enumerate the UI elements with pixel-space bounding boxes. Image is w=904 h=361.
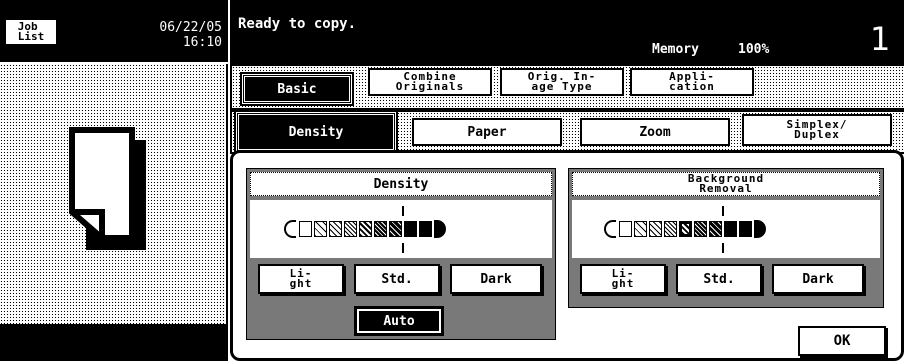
tab-combine-originals-label: Combine Originals (395, 70, 465, 93)
tab-density-label: Density (288, 124, 344, 140)
background-dark-label: Dark (802, 271, 834, 287)
tab-simplex-duplex-label: Simplex/ Duplex (786, 118, 848, 141)
density-dark-label: Dark (480, 271, 512, 287)
copies-count: 1 (870, 20, 891, 58)
tab-original-image-type[interactable]: Orig. In- age Type (500, 68, 624, 96)
tab-application[interactable]: Appli- cation (630, 68, 754, 96)
tab-density[interactable]: Density (234, 110, 398, 154)
background-scale (604, 219, 844, 239)
tab-original-image-type-label: Orig. In- age Type (527, 70, 597, 93)
background-indicator-bottom (722, 243, 724, 253)
density-light-label: Li- ght (289, 267, 313, 290)
density-title-bar: Density (250, 172, 552, 196)
density-std-label: Std. (381, 271, 413, 287)
status-message: Ready to copy. (238, 16, 357, 32)
document-preview-icon (69, 127, 146, 250)
tab-zoom[interactable]: Zoom (580, 118, 730, 146)
background-title-bar: Background Removal (572, 172, 880, 196)
tab-zoom-label: Zoom (639, 124, 671, 140)
time-text: 16:10 (182, 35, 222, 50)
ok-button[interactable]: OK (798, 326, 886, 356)
background-title: Background Removal (687, 172, 765, 195)
tab-combine-originals[interactable]: Combine Originals (368, 68, 492, 96)
memory-value: 100% (738, 42, 770, 57)
density-light-button[interactable]: Li- ght (258, 264, 344, 294)
background-light-label: Li- ght (611, 267, 635, 290)
job-list-button[interactable]: Job List (4, 18, 58, 46)
tab-basic[interactable]: Basic (240, 72, 354, 106)
job-list-label: Job List (17, 20, 45, 43)
memory-label: Memory (652, 42, 699, 57)
background-dark-button[interactable]: Dark (772, 264, 864, 294)
background-std-button[interactable]: Std. (676, 264, 762, 294)
background-light-button[interactable]: Li- ght (580, 264, 666, 294)
density-scale (284, 219, 524, 239)
clock: 06/22/05 16:10 (72, 20, 222, 52)
density-indicator-bottom (402, 243, 404, 253)
background-indicator-top (722, 206, 724, 216)
tab-paper[interactable]: Paper (412, 118, 562, 146)
density-title: Density (373, 176, 429, 192)
tab-simplex-duplex[interactable]: Simplex/ Duplex (742, 114, 892, 146)
tab-application-label: Appli- cation (669, 70, 715, 93)
tab-paper-label: Paper (467, 124, 507, 140)
density-auto-label: Auto (383, 313, 415, 329)
preview-bottom-bar (0, 324, 228, 361)
date-text: 06/22/05 (159, 20, 222, 35)
density-std-button[interactable]: Std. (354, 264, 440, 294)
density-dark-button[interactable]: Dark (450, 264, 542, 294)
density-indicator-top (402, 206, 404, 216)
density-auto-button[interactable]: Auto (354, 306, 444, 336)
background-std-label: Std. (703, 271, 735, 287)
tab-basic-label: Basic (277, 81, 317, 97)
ok-label: OK (833, 333, 851, 349)
